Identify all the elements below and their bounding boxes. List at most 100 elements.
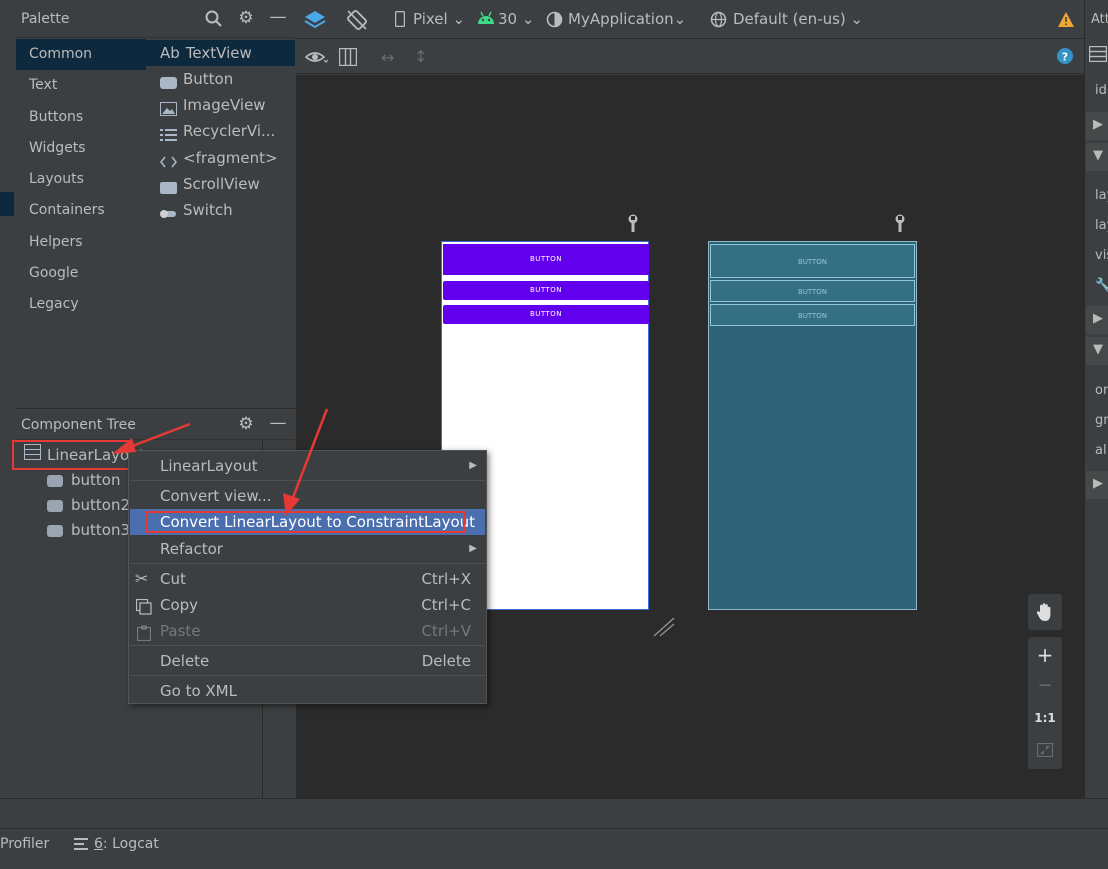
zoom-controls: + − 1:1 xyxy=(1028,594,1062,770)
attribute-section-expanded[interactable]: ▼ xyxy=(1086,143,1108,171)
menu-item-delete[interactable]: Delete Delete xyxy=(130,648,485,674)
horizontal-resize-icon[interactable]: ↔ xyxy=(381,48,394,67)
palette-item-recyclerview[interactable]: RecyclerVi... xyxy=(146,118,295,144)
palette-category[interactable]: Widgets xyxy=(16,133,146,164)
palette-categories: Common Text Buttons Widgets Layouts Cont… xyxy=(16,38,146,398)
minimize-icon[interactable]: — xyxy=(268,8,288,26)
attribute-label: gr xyxy=(1095,413,1108,428)
palette-category[interactable]: Google xyxy=(16,258,146,289)
attribute-label: lay xyxy=(1095,218,1108,233)
button-icon xyxy=(47,474,63,487)
context-menu: LinearLayout ▶ Convert view... Convert Li… xyxy=(128,450,487,704)
zoom-in-icon[interactable]: + xyxy=(1028,643,1062,667)
menu-item-linearlayout[interactable]: LinearLayout ▶ xyxy=(130,453,485,479)
android-icon xyxy=(477,11,495,29)
tree-node-button[interactable]: button3 xyxy=(47,518,130,543)
palette-category[interactable]: Helpers xyxy=(16,227,146,258)
eye-icon[interactable] xyxy=(304,49,329,69)
menu-item-copy[interactable]: Copy Ctrl+C xyxy=(130,592,485,618)
layers-icon[interactable] xyxy=(304,9,326,35)
theme-selector[interactable]: MyApplication⌄ xyxy=(568,10,686,28)
palette-item-textview[interactable]: Ab TextView xyxy=(146,40,295,66)
device-selector[interactable]: Pixel ⌄ xyxy=(413,10,465,28)
menu-item-go-to-xml[interactable]: Go to XML xyxy=(130,678,485,704)
palette-item-scrollview[interactable]: ScrollView xyxy=(146,171,295,197)
submenu-arrow-icon: ▶ xyxy=(469,460,477,471)
switch-icon xyxy=(160,203,177,218)
profiler-tab[interactable]: Profiler xyxy=(0,836,49,852)
wrench-icon[interactable] xyxy=(626,214,640,236)
attribute-section-expanded[interactable]: ▼ xyxy=(1086,337,1108,365)
attribute-section-collapsed[interactable]: ▶ xyxy=(1086,112,1108,140)
svg-text:?: ? xyxy=(1062,51,1068,64)
preview-button[interactable]: BUTTON xyxy=(443,244,649,275)
tree-node-button[interactable]: button xyxy=(47,468,120,493)
blueprint-button[interactable]: BUTTON xyxy=(710,280,915,302)
palette-category[interactable]: Legacy xyxy=(16,289,146,320)
annotation-highlight-box xyxy=(12,440,132,470)
image-icon xyxy=(160,98,177,116)
attribute-section-collapsed[interactable]: ▶ xyxy=(1086,306,1108,334)
palette-item-imageview[interactable]: ImageView xyxy=(146,92,295,118)
palette-category[interactable]: Common xyxy=(16,39,146,70)
tree-node-button[interactable]: button2 xyxy=(47,493,130,518)
vertical-resize-icon[interactable]: ↕ xyxy=(414,47,427,66)
wrench-icon[interactable] xyxy=(893,214,907,236)
palette-item-fragment[interactable]: <fragment> xyxy=(146,145,295,171)
zoom-fit-icon[interactable] xyxy=(1036,742,1054,761)
menu-separator xyxy=(130,645,485,646)
menu-item-convert-view[interactable]: Convert view... xyxy=(130,483,485,509)
gear-icon[interactable]: ⚙ xyxy=(236,9,256,27)
palette-category[interactable]: Layouts xyxy=(16,164,146,195)
design-toolbar: Pixel ⌄ 30 ⌄ MyApplication⌄ Default (en-… xyxy=(296,0,1084,39)
blueprint-button[interactable]: BUTTON xyxy=(710,304,915,326)
menu-item-refactor[interactable]: Refactor ▶ xyxy=(130,536,485,562)
collapse-arrow-icon: ▼ xyxy=(1093,342,1103,357)
button-icon xyxy=(160,72,177,89)
search-icon[interactable] xyxy=(204,10,224,32)
palette-item-button[interactable]: Button xyxy=(146,66,295,92)
zoom-actual-size[interactable]: 1:1 xyxy=(1028,711,1062,725)
blueprint-button[interactable]: BUTTON xyxy=(710,244,915,278)
palette-item-switch[interactable]: Switch xyxy=(146,197,295,223)
attributes-list-icon[interactable] xyxy=(1088,45,1108,66)
logcat-icon xyxy=(74,838,88,854)
resize-handle-icon[interactable] xyxy=(652,616,676,642)
attribute-section-collapsed[interactable]: ▶ xyxy=(1086,471,1108,499)
menu-item-paste[interactable]: Paste Ctrl+V xyxy=(130,618,485,644)
help-icon[interactable]: ? xyxy=(1057,48,1073,68)
palette-category[interactable]: Containers xyxy=(16,195,146,226)
menu-separator xyxy=(130,480,485,481)
view-toolbar: ↔ ↕ ? xyxy=(296,40,1084,74)
list-icon xyxy=(160,124,177,141)
wrench-icon: 🔧 xyxy=(1095,278,1108,293)
scrollview-icon xyxy=(160,177,177,194)
palette-title: Palette xyxy=(21,11,70,27)
zoom-panel: + − 1:1 xyxy=(1028,637,1062,769)
menu-item-cut[interactable]: ✂ Cut Ctrl+X xyxy=(130,566,485,592)
code-icon xyxy=(159,151,178,168)
minimize-icon[interactable]: — xyxy=(268,414,288,432)
warning-icon[interactable] xyxy=(1057,11,1075,32)
device-icon xyxy=(394,10,406,31)
blueprint-toggle-icon[interactable] xyxy=(338,47,358,70)
blueprint-preview[interactable]: BUTTON BUTTON BUTTON xyxy=(708,241,917,610)
api-selector[interactable]: 30 ⌄ xyxy=(498,10,534,28)
rotate-icon[interactable] xyxy=(346,9,368,35)
preview-button[interactable]: BUTTON xyxy=(443,305,649,324)
submenu-arrow-icon: ▶ xyxy=(469,543,477,554)
zoom-out-icon[interactable]: − xyxy=(1028,675,1062,696)
collapse-arrow-icon: ▼ xyxy=(1093,148,1103,163)
textview-icon: Ab xyxy=(160,44,180,62)
gear-icon[interactable]: ⚙ xyxy=(236,415,256,433)
theme-icon xyxy=(546,11,563,32)
palette-category[interactable]: Text xyxy=(16,70,146,101)
logcat-tab[interactable]: 6: Logcat xyxy=(94,836,159,852)
preview-button[interactable]: BUTTON xyxy=(443,281,649,300)
locale-selector[interactable]: Default (en-us) ⌄ xyxy=(733,10,863,28)
pan-hand-icon[interactable] xyxy=(1028,594,1062,630)
palette-category[interactable]: Buttons xyxy=(16,102,146,133)
attribute-label: id xyxy=(1095,83,1107,98)
expand-arrow-icon: ▶ xyxy=(1093,476,1103,491)
attribute-label: lay xyxy=(1095,188,1108,203)
